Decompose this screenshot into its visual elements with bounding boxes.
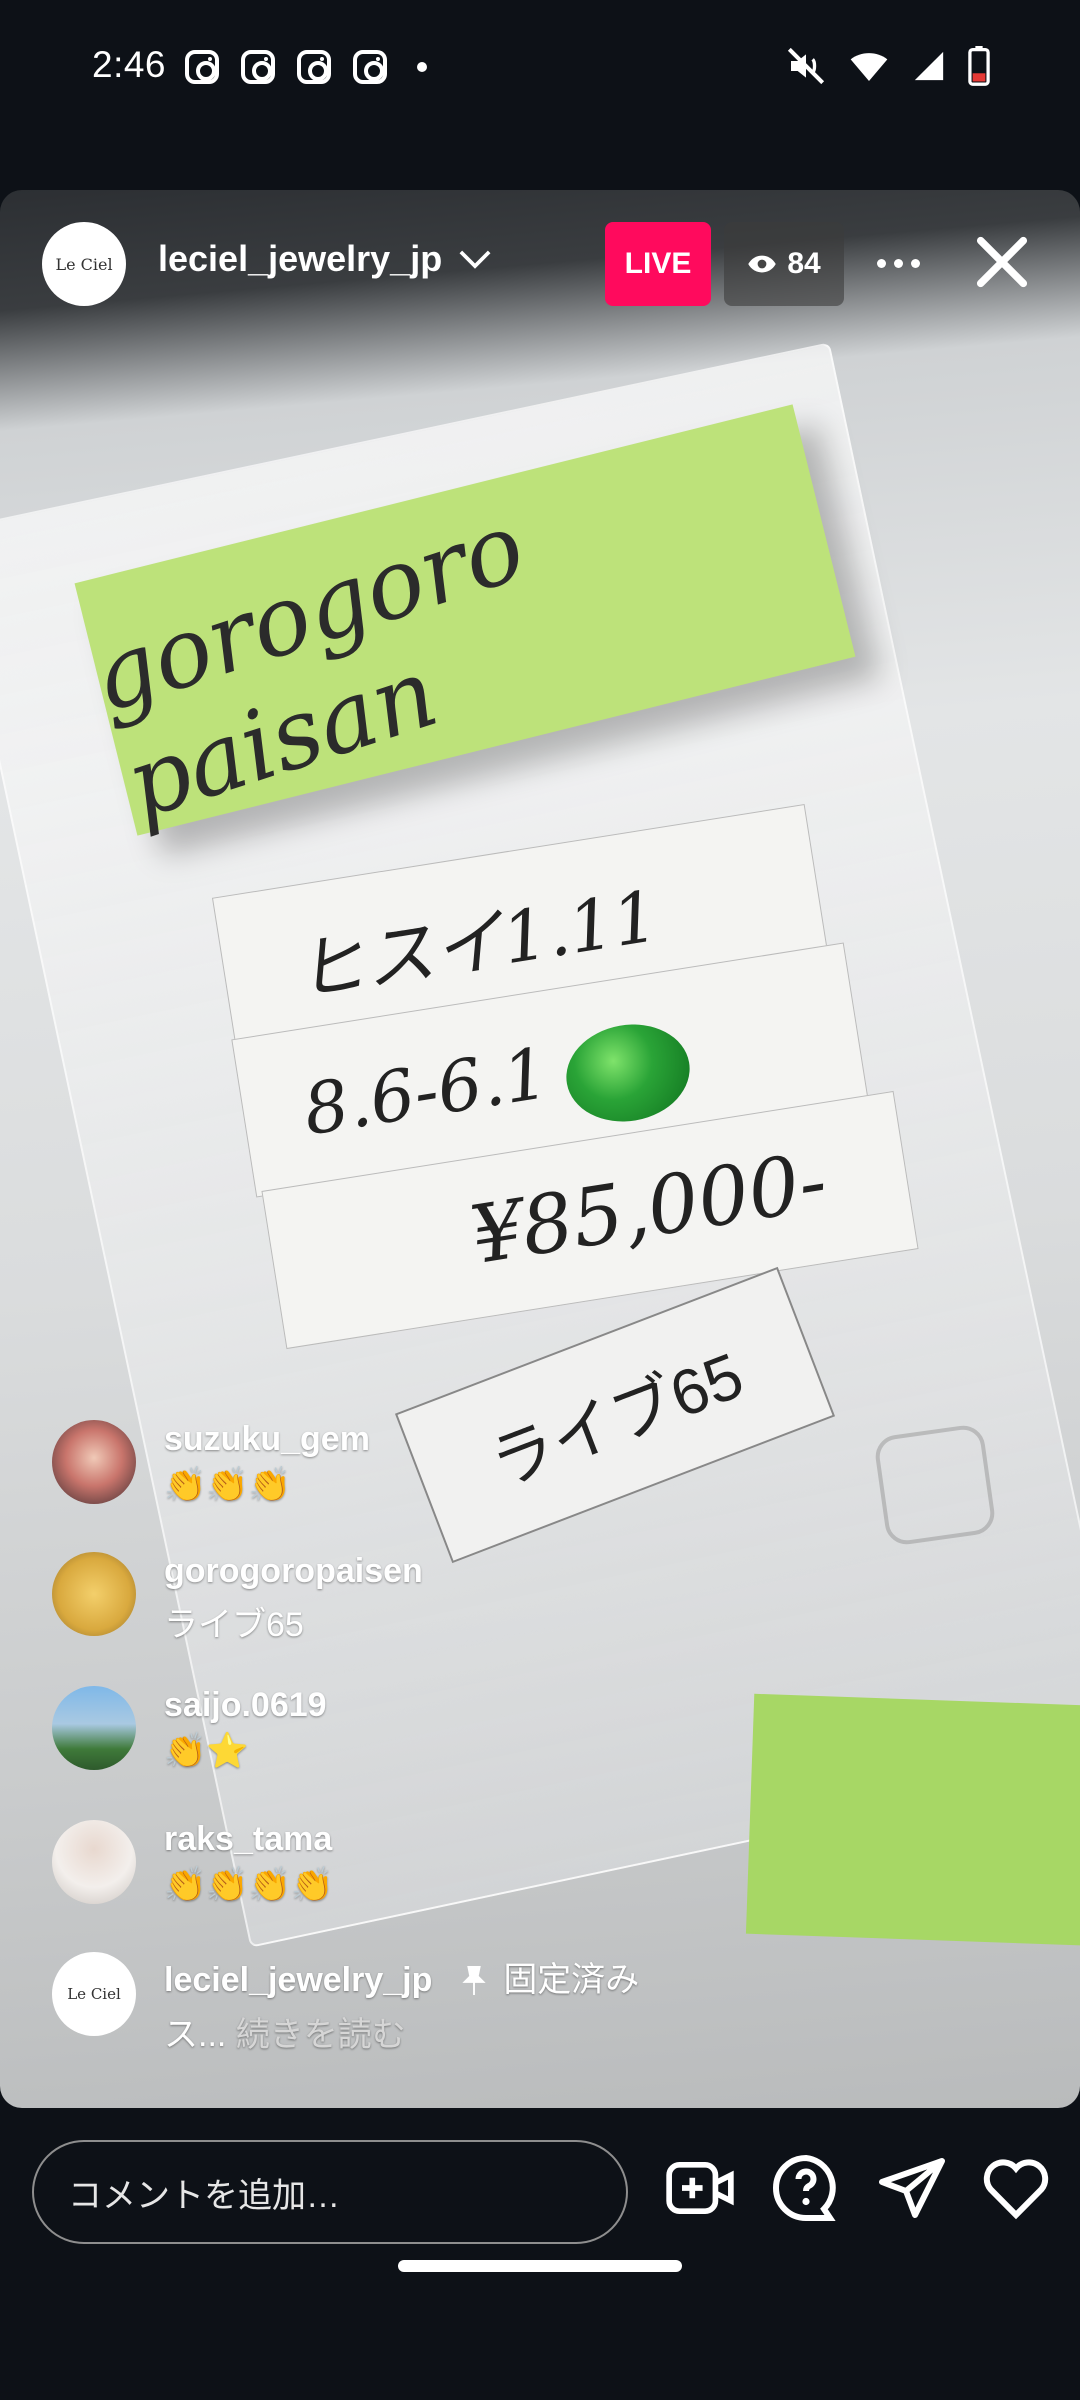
comment-item[interactable]: suzuku_gem 👏👏👏	[52, 1420, 370, 1505]
instagram-notification-icon	[297, 50, 331, 84]
avatar-text: Le Ciel	[67, 1985, 121, 2003]
status-bar: 2:46	[0, 0, 1080, 135]
comment-username[interactable]: leciel_jewelry_jp	[164, 1961, 432, 1999]
mute-icon	[787, 47, 825, 85]
instagram-notification-icon	[353, 50, 387, 84]
comment-input-placeholder: コメントを追加…	[68, 2176, 340, 2215]
pinned-label: 固定済み	[503, 1961, 640, 1999]
close-icon[interactable]	[970, 230, 1034, 294]
more-notifications-dot-icon	[417, 62, 427, 72]
live-badge: LIVE	[605, 222, 711, 306]
host-username: leciel_jewelry_jp	[158, 238, 443, 279]
add-video-guest-icon[interactable]	[664, 2152, 736, 2224]
comment-item[interactable]: gorogoropaisen ライブ65	[52, 1552, 423, 1646]
read-more-link[interactable]: 続きを読む	[236, 2016, 406, 2054]
bottom-bar: コメントを追加…	[0, 2108, 1080, 2400]
question-icon[interactable]	[770, 2152, 842, 2224]
more-dot-icon	[893, 258, 903, 268]
more-options-button[interactable]	[868, 238, 928, 288]
comment-text: 👏👏👏👏	[164, 1866, 334, 1904]
comment-username[interactable]: saijo.0619	[164, 1686, 327, 1725]
user-avatar[interactable]	[52, 1686, 136, 1770]
user-avatar[interactable]	[52, 1820, 136, 1904]
comment-text: ライブ65	[164, 1606, 304, 1644]
status-time: 2:46	[92, 44, 167, 85]
comment-input[interactable]: コメントを追加…	[32, 2140, 628, 2244]
user-avatar[interactable]: Le Ciel	[52, 1952, 136, 2036]
user-avatar[interactable]	[52, 1420, 136, 1504]
comment-text-row: ス... 続きを読む	[164, 2007, 639, 2056]
more-dot-icon	[876, 258, 886, 268]
viewer-count-value: 84	[787, 247, 821, 280]
system-status-icons	[786, 46, 990, 86]
comment-username[interactable]: gorogoropaisen	[164, 1552, 423, 1591]
pin-icon	[462, 1965, 486, 1995]
wifi-icon	[850, 53, 888, 81]
comment-username[interactable]: raks_tama	[164, 1820, 333, 1859]
comment-username-row: leciel_jewelry_jp 固定済み	[164, 1952, 639, 2001]
comment-text: 👏⭐	[164, 1732, 249, 1770]
share-send-icon[interactable]	[876, 2152, 948, 2224]
host-avatar[interactable]: Le Ciel	[42, 222, 126, 306]
user-avatar[interactable]	[52, 1552, 136, 1636]
pinned-indicator: 固定済み	[462, 1961, 639, 1999]
notification-icons	[185, 50, 427, 84]
heart-icon[interactable]	[980, 2152, 1052, 2224]
battery-low-icon	[968, 46, 990, 86]
pinned-comment[interactable]: Le Ciel leciel_jewelry_jp 固定済み ス... 続きを読…	[52, 1952, 639, 2056]
comment-text: 👏👏👏	[164, 1466, 292, 1504]
eye-icon	[748, 255, 777, 273]
viewer-count[interactable]: 84	[724, 222, 844, 306]
comment-text: ス...	[164, 2016, 227, 2054]
instagram-notification-icon	[185, 50, 219, 84]
instagram-notification-icon	[241, 50, 275, 84]
host-avatar-text: Le Ciel	[55, 254, 113, 274]
signal-icon	[914, 51, 944, 81]
home-indicator[interactable]	[398, 2260, 682, 2272]
more-dot-icon	[910, 258, 920, 268]
live-header: Le Ciel leciel_jewelry_jp LIVE 84	[0, 190, 1080, 330]
comment-username[interactable]: suzuku_gem	[164, 1420, 370, 1459]
chevron-down-icon	[459, 250, 491, 269]
host-username-button[interactable]: leciel_jewelry_jp	[158, 238, 492, 280]
comment-item[interactable]: raks_tama 👏👏👏👏	[52, 1820, 333, 1905]
comment-item[interactable]: saijo.0619 👏⭐	[52, 1686, 327, 1771]
